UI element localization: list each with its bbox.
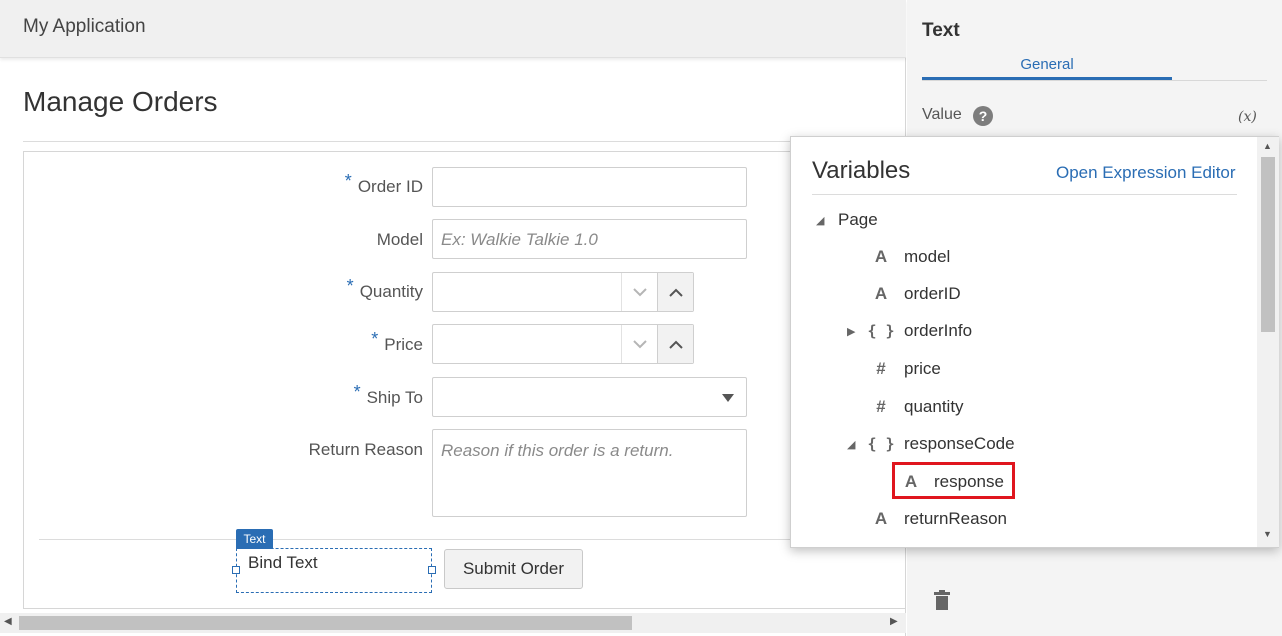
resize-handle-left[interactable] xyxy=(232,566,240,574)
tree-item-label: orderInfo xyxy=(904,321,973,340)
tree-item-responsecode[interactable]: ◢ { } responseCode xyxy=(847,430,1015,458)
properties-title: Text xyxy=(922,20,960,41)
page-title: Manage Orders xyxy=(23,86,218,117)
tab-general[interactable]: General xyxy=(922,56,1172,80)
quantity-label: * Quantity xyxy=(240,276,423,302)
component-type-tag: Text xyxy=(236,529,273,549)
required-marker: * xyxy=(346,276,354,296)
tree-item-orderinfo[interactable]: ▶ { } orderInfo xyxy=(847,317,972,345)
variables-popup: Variables Open Expression Editor ◢ Page … xyxy=(790,136,1279,548)
highlight-box xyxy=(892,462,1015,499)
tabs-divider xyxy=(922,80,1267,81)
scroll-left-icon[interactable]: ◀ xyxy=(4,616,12,627)
scrollbar-thumb[interactable] xyxy=(1261,157,1275,332)
number-type-icon: # xyxy=(876,397,886,416)
scroll-up-icon[interactable]: ▲ xyxy=(1263,141,1272,151)
form-divider xyxy=(39,539,790,540)
quantity-stepper[interactable] xyxy=(432,272,694,312)
horizontal-scrollbar[interactable]: ◀ ▶ xyxy=(0,613,906,633)
variables-divider xyxy=(812,194,1237,195)
chevron-down-icon xyxy=(632,339,647,348)
tree-item-label: price xyxy=(904,359,941,378)
variables-title: Variables xyxy=(812,157,911,184)
required-marker: * xyxy=(353,382,361,402)
submit-order-button[interactable]: Submit Order xyxy=(444,549,583,589)
quantity-decrement-button[interactable] xyxy=(621,273,657,311)
model-placeholder: Ex: Walkie Talkie 1.0 xyxy=(441,230,598,249)
object-type-icon: { } xyxy=(867,322,895,340)
resize-handle-right[interactable] xyxy=(428,566,436,574)
caret-down-icon xyxy=(722,394,734,402)
string-type-icon: A xyxy=(874,284,888,303)
return-reason-textarea[interactable]: Reason if this order is a return. xyxy=(432,429,747,517)
tree-item-price[interactable]: # price xyxy=(867,355,941,383)
tree-item-label: responseCode xyxy=(904,434,1015,453)
price-decrement-button[interactable] xyxy=(621,325,657,363)
chevron-down-icon xyxy=(632,287,647,296)
scroll-down-icon[interactable]: ▼ xyxy=(1263,529,1272,539)
title-divider xyxy=(23,141,906,142)
tree-item-label: orderID xyxy=(904,284,961,303)
app-header: My Application xyxy=(0,0,906,58)
tree-item-label: quantity xyxy=(904,397,964,416)
order-id-input[interactable] xyxy=(432,167,747,207)
quantity-label-text: Quantity xyxy=(359,282,423,301)
variable-picker-icon[interactable]: (x) xyxy=(1238,109,1257,125)
chevron-up-icon xyxy=(668,288,683,297)
price-label: * Price xyxy=(240,329,423,355)
tree-item-returnreason[interactable]: A returnReason xyxy=(867,505,1007,533)
value-label: Value xyxy=(922,106,962,123)
expanded-triangle-icon[interactable]: ◢ xyxy=(847,438,859,451)
scrollbar-thumb[interactable] xyxy=(19,616,632,630)
tree-item-label: model xyxy=(904,247,951,266)
tree-item-quantity[interactable]: # quantity xyxy=(867,393,964,421)
required-marker: * xyxy=(344,171,352,191)
tree-item-label: Page xyxy=(838,210,878,229)
price-stepper[interactable] xyxy=(432,324,694,364)
trash-icon[interactable] xyxy=(934,590,950,615)
scroll-right-icon[interactable]: ▶ xyxy=(890,616,898,627)
number-type-icon: # xyxy=(876,359,886,378)
quantity-increment-button[interactable] xyxy=(657,273,693,311)
string-type-icon: A xyxy=(874,247,888,266)
vertical-scrollbar[interactable]: ▲ ▼ xyxy=(1257,137,1279,547)
price-label-text: Price xyxy=(384,335,423,354)
price-increment-button[interactable] xyxy=(657,325,693,363)
required-marker: * xyxy=(371,329,379,349)
bind-text-component[interactable]: Bind Text xyxy=(236,548,432,593)
collapsed-triangle-icon[interactable]: ▶ xyxy=(847,325,859,338)
model-input[interactable]: Ex: Walkie Talkie 1.0 xyxy=(432,219,747,259)
order-id-label-text: Order ID xyxy=(357,177,423,196)
model-label: Model xyxy=(376,230,423,249)
tree-item-model[interactable]: A model xyxy=(867,243,950,271)
return-reason-label: Return Reason xyxy=(308,440,423,459)
order-id-label: * Order ID xyxy=(240,171,423,197)
object-type-icon: { } xyxy=(867,435,895,453)
ship-to-select[interactable] xyxy=(432,377,747,417)
expanded-triangle-icon[interactable]: ◢ xyxy=(816,214,828,227)
ship-to-label-text: Ship To xyxy=(366,388,423,407)
tree-item-orderid[interactable]: A orderID xyxy=(867,280,961,308)
app-title: My Application xyxy=(23,16,146,37)
return-reason-placeholder: Reason if this order is a return. xyxy=(441,441,674,460)
string-type-icon: A xyxy=(874,509,888,528)
tree-item-page[interactable]: ◢ Page xyxy=(816,206,878,234)
help-icon[interactable]: ? xyxy=(973,106,993,126)
open-expression-editor-link[interactable]: Open Expression Editor xyxy=(1056,163,1236,183)
ship-to-label: * Ship To xyxy=(240,382,423,408)
bind-text-label: Bind Text xyxy=(248,553,318,572)
chevron-up-icon xyxy=(668,340,683,349)
tree-item-label: returnReason xyxy=(904,509,1008,528)
design-canvas: My Application Manage Orders * Order ID M… xyxy=(0,0,906,636)
